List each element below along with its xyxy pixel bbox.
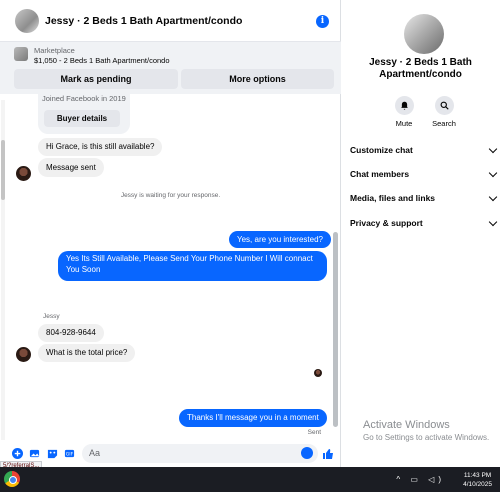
waiting-notice: Jessy is waiting for your response. xyxy=(120,192,221,199)
search-label: Search xyxy=(432,119,456,128)
mark-pending-button[interactable]: Mark as pending xyxy=(14,69,178,89)
buyer-details-button[interactable]: Buyer details xyxy=(44,110,120,127)
marketplace-label: Marketplace xyxy=(34,46,75,55)
message-in: Message sent xyxy=(38,158,104,177)
contact-avatar[interactable] xyxy=(15,8,39,33)
media-files-row[interactable]: Media, files and links xyxy=(350,192,498,203)
chat-pane: Jessy · 2 Beds 1 Bath Apartment/condo i … xyxy=(0,0,341,467)
sticker-icon[interactable] xyxy=(47,448,58,459)
info-icon[interactable]: i xyxy=(316,15,329,28)
messenger-window: Jessy · 2 Beds 1 Bath Apartment/condo i … xyxy=(0,0,500,467)
chat-members-row[interactable]: Chat members xyxy=(350,168,498,179)
mute-label: Mute xyxy=(395,119,413,128)
thumbs-up-icon[interactable] xyxy=(322,448,334,460)
more-options-button[interactable]: More options xyxy=(181,69,334,89)
photo-icon[interactable] xyxy=(29,448,40,459)
message-out: Thanks I'll message you in a moment xyxy=(179,409,327,427)
privacy-support-row[interactable]: Privacy & support xyxy=(350,217,498,228)
sender-name: Jessy xyxy=(43,313,60,320)
message-out: Yes Its Still Available, Please Send You… xyxy=(58,251,327,281)
chevron-down-icon xyxy=(488,168,498,178)
watermark-title: Activate Windows xyxy=(363,419,450,431)
message-out: Yes, are you interested? xyxy=(229,231,331,248)
watermark-subtitle: Go to Settings to activate Windows. xyxy=(363,433,490,442)
listing-title[interactable]: $1,050 - 2 Beds 1 Bath Apartment/condo xyxy=(34,56,170,65)
search-action[interactable]: Search xyxy=(426,96,462,128)
activation-watermark: Activate Windows Go to Settings to activ… xyxy=(363,419,489,442)
taskbar: ^ ▭ ◁) 11:43 PM 4/10/2025 xyxy=(0,467,500,492)
system-tray[interactable]: ^ ▭ ◁) xyxy=(396,475,445,484)
message-status: Sent xyxy=(307,429,321,436)
customize-chat-row[interactable]: Customize chat xyxy=(350,144,498,155)
plus-icon[interactable] xyxy=(12,448,23,459)
taskbar-clock[interactable]: 11:43 PM 4/10/2025 xyxy=(463,471,492,489)
joined-facebook-text: Joined Facebook in 2019 xyxy=(42,94,126,103)
listing-thumbnail[interactable] xyxy=(14,47,28,61)
buyer-card: Joined Facebook in 2019 Buyer details xyxy=(38,94,130,134)
chat-title[interactable]: Jessy · 2 Beds 1 Bath Apartment/condo xyxy=(45,15,242,27)
clock-date: 4/10/2025 xyxy=(463,481,492,489)
chrome-icon[interactable] xyxy=(4,471,20,487)
mute-action[interactable]: Mute xyxy=(386,96,422,128)
clock-time: 11:43 PM xyxy=(463,472,492,479)
search-icon xyxy=(434,96,454,115)
chat-scrollbar[interactable] xyxy=(333,232,338,427)
chevron-down-icon xyxy=(488,217,498,227)
message-input[interactable]: Aa xyxy=(82,444,318,463)
menu-label: Chat members xyxy=(350,169,410,179)
sidebar-contact-name: Jessy · 2 Beds 1 Bath Apartment/condo xyxy=(369,57,472,80)
details-sidebar: Jessy · 2 Beds 1 Bath Apartment/condo Mu… xyxy=(341,0,500,467)
chevron-down-icon xyxy=(488,144,498,154)
bell-icon xyxy=(394,96,414,115)
emoji-icon[interactable] xyxy=(301,447,313,459)
message-in: 804-928-9644 xyxy=(38,324,104,342)
message-in: What is the total price? xyxy=(38,344,136,362)
contact-small-avatar[interactable] xyxy=(16,347,31,362)
message-in: Hi Grace, is this still available? xyxy=(38,138,163,156)
menu-label: Privacy & support xyxy=(350,218,423,228)
left-scrollbar[interactable] xyxy=(1,100,5,440)
contact-small-avatar[interactable] xyxy=(16,166,31,181)
marketplace-banner: Marketplace $1,050 - 2 Beds 1 Bath Apart… xyxy=(0,42,341,94)
menu-label: Customize chat xyxy=(350,145,413,155)
menu-label: Media, files and links xyxy=(350,193,436,203)
svg-text:GIF: GIF xyxy=(66,452,74,458)
gif-icon[interactable]: GIF xyxy=(64,448,75,459)
chevron-down-icon xyxy=(488,192,498,202)
read-receipt-avatar xyxy=(314,369,322,377)
chat-header: Jessy · 2 Beds 1 Bath Apartment/condo i xyxy=(0,0,341,42)
scrollbar-thumb[interactable] xyxy=(1,140,5,200)
message-placeholder: Aa xyxy=(89,448,101,458)
contact-profile-avatar[interactable] xyxy=(404,14,444,54)
